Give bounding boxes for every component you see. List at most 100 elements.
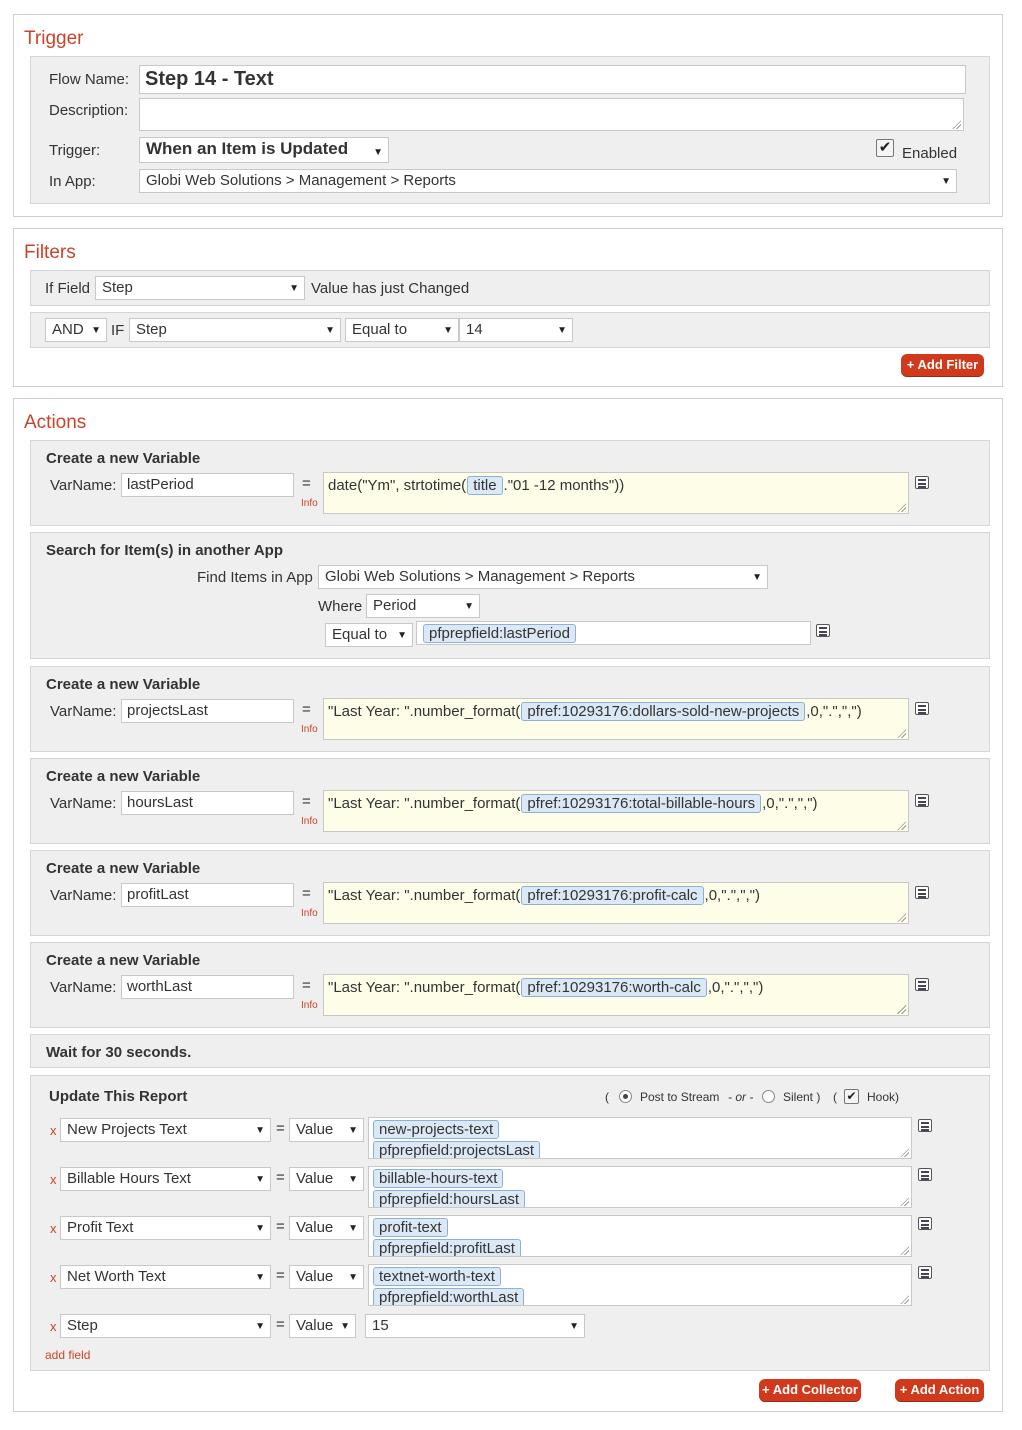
- update-mode-select[interactable]: Value ▼: [289, 1118, 364, 1142]
- flow-name-input[interactable]: Step 14 - Text: [139, 65, 966, 94]
- list-picker-icon[interactable]: [915, 702, 929, 715]
- expression-input[interactable]: "Last Year: ".number_format(pfref:102931…: [323, 974, 909, 1016]
- in-app-select[interactable]: Globi Web Solutions > Management > Repor…: [139, 169, 957, 193]
- and-select[interactable]: AND ▼: [45, 318, 107, 342]
- triangle-down-icon: ▼: [91, 325, 101, 336]
- filter-value-select[interactable]: 14 ▼: [459, 318, 573, 342]
- remove-row-icon[interactable]: x: [50, 1172, 57, 1187]
- remove-row-icon[interactable]: x: [50, 1270, 57, 1285]
- resize-grip-icon[interactable]: [897, 503, 906, 512]
- varname-input[interactable]: projectsLast: [121, 699, 294, 723]
- update-mode-value: Value: [296, 1170, 334, 1187]
- description-input[interactable]: [139, 98, 964, 131]
- equals-sign: =: [276, 1316, 285, 1333]
- action-variable-worthlast: Create a new Variable VarName: worthLast…: [30, 942, 990, 1028]
- varname-input[interactable]: worthLast: [121, 975, 294, 999]
- resize-grip-icon[interactable]: [897, 729, 906, 738]
- resize-grip-icon[interactable]: [900, 1148, 909, 1157]
- search-value-input[interactable]: pfprepfield:lastPeriod: [416, 621, 811, 645]
- expression-prefix: date("Ym", strtotime(: [328, 477, 467, 494]
- list-picker-icon[interactable]: [918, 1168, 932, 1181]
- update-value-input[interactable]: billable-hours-text pfprepfield:hoursLas…: [368, 1166, 912, 1208]
- expression-input[interactable]: "Last Year: ".number_format(pfref:102931…: [323, 698, 909, 740]
- remove-row-icon[interactable]: x: [50, 1221, 57, 1236]
- update-field-select[interactable]: Profit Text ▼: [60, 1216, 271, 1240]
- list-picker-icon[interactable]: [918, 1119, 932, 1132]
- update-mode-select[interactable]: Value ▼: [289, 1216, 364, 1240]
- info-link[interactable]: Info: [301, 1000, 318, 1011]
- update-mode-select[interactable]: Value ▼: [289, 1314, 356, 1338]
- info-link[interactable]: Info: [301, 816, 318, 827]
- where-field-value: Period: [373, 597, 417, 614]
- expression-prefix: "Last Year: ".number_format(: [328, 795, 521, 812]
- filter-operator-select[interactable]: Equal to ▼: [345, 318, 459, 342]
- resize-grip-icon[interactable]: [900, 1295, 909, 1304]
- update-mode-select[interactable]: Value ▼: [289, 1265, 364, 1289]
- expression-token: title: [467, 476, 503, 495]
- add-filter-button[interactable]: + Add Filter: [901, 354, 984, 376]
- equals-sign: =: [276, 1169, 285, 1186]
- enabled-checkbox[interactable]: ✔: [876, 139, 894, 157]
- expression-input[interactable]: "Last Year: ".number_format(pfref:102931…: [323, 882, 909, 924]
- expression-suffix: ."01 -12 months")): [503, 477, 625, 494]
- varname-input[interactable]: profitLast: [121, 883, 294, 907]
- resize-grip-icon[interactable]: [900, 1197, 909, 1206]
- list-picker-icon[interactable]: [915, 978, 929, 991]
- triangle-down-icon: ▼: [941, 176, 951, 187]
- update-mode-value: Value: [296, 1268, 334, 1285]
- wait-heading: Wait for 30 seconds.: [46, 1044, 192, 1061]
- update-value-input[interactable]: profit-text pfprepfield:profitLast: [368, 1215, 912, 1257]
- varname-input[interactable]: lastPeriod: [121, 473, 294, 497]
- update-field-select[interactable]: Step ▼: [60, 1314, 271, 1338]
- add-collector-button[interactable]: + Add Collector: [759, 1379, 861, 1401]
- list-picker-icon[interactable]: [915, 794, 929, 807]
- hook-checkbox[interactable]: ✔: [844, 1089, 859, 1104]
- trigger-select[interactable]: When an Item is Updated ▼: [139, 137, 389, 163]
- search-operator-select[interactable]: Equal to ▼: [325, 623, 413, 647]
- action-variable-profitlast: Create a new Variable VarName: profitLas…: [30, 850, 990, 936]
- resize-grip-icon[interactable]: [897, 821, 906, 830]
- if-field-select[interactable]: Step ▼: [95, 276, 305, 300]
- resize-grip-icon[interactable]: [897, 913, 906, 922]
- info-link[interactable]: Info: [301, 724, 318, 735]
- list-picker-icon[interactable]: [816, 624, 830, 637]
- silent-radio[interactable]: [762, 1090, 775, 1103]
- list-picker-icon[interactable]: [915, 886, 929, 899]
- resize-grip-icon[interactable]: [897, 1005, 906, 1014]
- update-field-select[interactable]: Billable Hours Text ▼: [60, 1167, 271, 1191]
- add-action-button[interactable]: + Add Action: [895, 1379, 984, 1401]
- resize-grip-icon[interactable]: [952, 120, 961, 129]
- expression-input[interactable]: date("Ym", strtotime(title ."01 -12 month…: [323, 472, 909, 514]
- update-mode-select[interactable]: Value ▼: [289, 1167, 364, 1191]
- post-to-stream-radio[interactable]: [619, 1090, 632, 1103]
- resize-grip-icon[interactable]: [900, 1246, 909, 1255]
- filter-field-select[interactable]: Step ▼: [129, 318, 341, 342]
- if-field-value: Step: [102, 279, 133, 296]
- find-items-app-select[interactable]: Globi Web Solutions > Management > Repor…: [318, 565, 768, 589]
- expression-token: pfref:10293176:worth-calc: [521, 978, 707, 997]
- search-value-token: pfprepfield:lastPeriod: [423, 624, 576, 643]
- update-value-input[interactable]: new-projects-text pfprepfield:projectsLa…: [368, 1117, 912, 1159]
- remove-row-icon[interactable]: x: [50, 1123, 57, 1138]
- varname-label: VarName:: [50, 887, 117, 904]
- step-value-select[interactable]: 15 ▼: [365, 1314, 585, 1338]
- update-field-select[interactable]: New Projects Text ▼: [60, 1118, 271, 1142]
- find-items-app-value: Globi Web Solutions > Management > Repor…: [325, 568, 635, 585]
- update-heading: Update This Report: [49, 1088, 188, 1105]
- expression-input[interactable]: "Last Year: ".number_format(pfref:102931…: [323, 790, 909, 832]
- list-picker-icon[interactable]: [915, 476, 929, 489]
- add-field-link[interactable]: add field: [45, 1348, 90, 1362]
- info-link[interactable]: Info: [301, 908, 318, 919]
- update-value-input[interactable]: textnet-worth-text pfprepfield:worthLast: [368, 1264, 912, 1306]
- hook-label: Hook): [867, 1090, 900, 1104]
- info-link[interactable]: Info: [301, 498, 318, 509]
- trigger-title: Trigger: [24, 28, 84, 49]
- where-field-select[interactable]: Period ▼: [366, 594, 480, 618]
- update-field-value: Billable Hours Text: [67, 1170, 191, 1187]
- remove-row-icon[interactable]: x: [50, 1319, 57, 1334]
- list-picker-icon[interactable]: [918, 1266, 932, 1279]
- update-field-select[interactable]: Net Worth Text ▼: [60, 1265, 271, 1289]
- filter-field-value: Step: [136, 321, 167, 338]
- list-picker-icon[interactable]: [918, 1217, 932, 1230]
- varname-input[interactable]: hoursLast: [121, 791, 294, 815]
